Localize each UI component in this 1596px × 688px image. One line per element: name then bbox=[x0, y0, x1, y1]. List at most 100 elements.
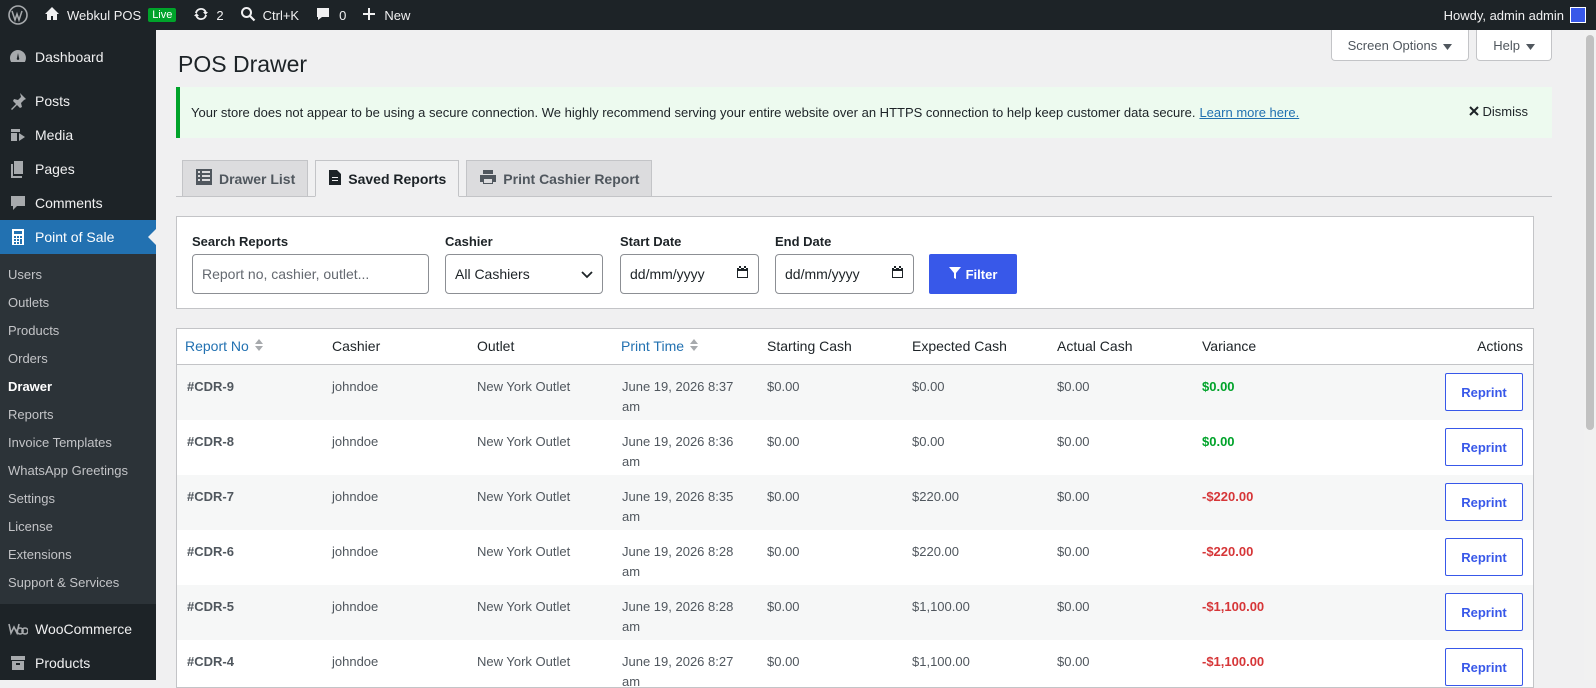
learn-more-link[interactable]: Learn more here. bbox=[1199, 105, 1299, 120]
admin-sidebar: Dashboard Posts Media Pages Comments Poi… bbox=[0, 30, 156, 680]
cell-outlet: New York Outlet bbox=[477, 434, 571, 449]
cell-print-time: June 19, 2026 8:35 am bbox=[622, 487, 733, 527]
help-button[interactable]: Help bbox=[1476, 30, 1552, 61]
avatar bbox=[1570, 7, 1586, 23]
reprint-button[interactable]: Reprint bbox=[1445, 373, 1523, 411]
menu-item-point-of-sale[interactable]: Point of Sale bbox=[0, 220, 156, 254]
column-header-outlet: Outlet bbox=[477, 338, 515, 354]
cell-starting: $0.00 bbox=[767, 544, 800, 559]
page-scrollbar[interactable] bbox=[1584, 30, 1596, 680]
dismiss-button[interactable]: Dismiss bbox=[1468, 104, 1528, 119]
submenu-item-settings[interactable]: Settings bbox=[0, 485, 156, 513]
submenu-item-products[interactable]: Products bbox=[0, 317, 156, 345]
updates-link[interactable]: 2 bbox=[184, 0, 231, 30]
cell-actual: $0.00 bbox=[1057, 489, 1090, 504]
cell-report-no: #CDR-8 bbox=[187, 434, 234, 449]
print-time-meridiem: am bbox=[622, 674, 641, 688]
column-header-expected-cash: Expected Cash bbox=[912, 338, 1007, 354]
print-time-meridiem: am bbox=[622, 509, 641, 524]
reprint-button[interactable]: Reprint bbox=[1445, 648, 1523, 686]
wordpress-logo-icon[interactable] bbox=[0, 0, 36, 30]
scrollbar-thumb[interactable] bbox=[1586, 35, 1594, 430]
search-reports-input[interactable]: Report no, cashier, outlet... bbox=[192, 254, 429, 294]
tab-saved-reports[interactable]: Saved Reports bbox=[315, 160, 460, 197]
document-icon bbox=[328, 169, 342, 189]
sort-icon bbox=[254, 338, 263, 354]
updates-icon bbox=[192, 5, 210, 26]
submenu-item-invoice-templates[interactable]: Invoice Templates bbox=[0, 429, 156, 457]
menu-item-media[interactable]: Media bbox=[0, 118, 156, 152]
filter-button[interactable]: Filter bbox=[929, 254, 1017, 294]
media-icon bbox=[8, 125, 28, 145]
cell-variance: -$220.00 bbox=[1202, 544, 1254, 559]
tab-label: Drawer List bbox=[219, 170, 296, 187]
cell-print-time: June 19, 2026 8:36 am bbox=[622, 432, 733, 472]
cell-print-time: June 19, 2026 8:27 am bbox=[622, 652, 734, 688]
menu-item-woocommerce[interactable]: WooCommerce bbox=[0, 612, 156, 646]
my-account-link[interactable]: Howdy, admin admin bbox=[1436, 0, 1596, 30]
submenu-item-whatsapp-greetings[interactable]: WhatsApp Greetings bbox=[0, 457, 156, 485]
menu-label: Point of Sale bbox=[35, 229, 115, 245]
table-row: #CDR-5 johndoe New York Outlet June 19, 202… bbox=[177, 585, 1533, 640]
submenu-item-license[interactable]: License bbox=[0, 513, 156, 541]
search-shortcut: Ctrl+K bbox=[262, 7, 300, 23]
end-date-input[interactable]: dd/mm/yyyy bbox=[775, 254, 914, 294]
screen-meta-links: Screen Options Help bbox=[1330, 30, 1552, 61]
search-link[interactable]: Ctrl+K bbox=[232, 0, 307, 30]
calendar-icon[interactable] bbox=[736, 266, 749, 282]
reprint-button[interactable]: Reprint bbox=[1445, 538, 1523, 576]
cell-expected: $220.00 bbox=[912, 544, 959, 559]
pos-submenu: Users Outlets Products Orders Drawer Rep… bbox=[0, 254, 156, 604]
secure-connection-notice: Your store does not appear to be using a… bbox=[176, 87, 1552, 138]
cashier-select[interactable]: All Cashiers bbox=[445, 254, 603, 294]
reprint-button[interactable]: Reprint bbox=[1445, 428, 1523, 466]
menu-item-posts[interactable]: Posts bbox=[0, 84, 156, 118]
cell-print-time: June 19, 2026 8:37 am bbox=[622, 377, 733, 417]
cell-starting: $0.00 bbox=[767, 599, 800, 614]
column-header-report-no[interactable]: Report No bbox=[185, 338, 263, 354]
cell-report-no: #CDR-6 bbox=[187, 544, 234, 559]
print-time-meridiem: am bbox=[622, 619, 641, 634]
column-header-actual-cash: Actual Cash bbox=[1057, 338, 1133, 354]
submenu-item-reports[interactable]: Reports bbox=[0, 401, 156, 429]
submenu-item-support[interactable]: Support & Services bbox=[0, 569, 156, 597]
print-time-date: June 19, 2026 8:27 bbox=[622, 654, 734, 669]
submenu-item-orders[interactable]: Orders bbox=[0, 345, 156, 373]
menu-item-comments[interactable]: Comments bbox=[0, 186, 156, 220]
site-name-link[interactable]: Webkul POS Live bbox=[36, 0, 184, 30]
cell-expected: $1,100.00 bbox=[912, 599, 970, 614]
comments-link[interactable]: 0 bbox=[307, 0, 354, 30]
column-header-starting-cash: Starting Cash bbox=[767, 338, 852, 354]
menu-item-pages[interactable]: Pages bbox=[0, 152, 156, 186]
help-label: Help bbox=[1493, 37, 1520, 53]
screen-options-button[interactable]: Screen Options bbox=[1330, 30, 1470, 61]
submenu-item-extensions[interactable]: Extensions bbox=[0, 541, 156, 569]
tab-print-cashier-report[interactable]: Print Cashier Report bbox=[466, 160, 653, 197]
menu-item-dashboard[interactable]: Dashboard bbox=[0, 40, 156, 74]
print-time-meridiem: am bbox=[622, 454, 641, 469]
menu-item-products[interactable]: Products bbox=[0, 646, 156, 680]
reprint-button[interactable]: Reprint bbox=[1445, 483, 1523, 521]
chevron-down-icon bbox=[581, 266, 593, 282]
list-icon bbox=[195, 168, 213, 189]
cell-cashier: johndoe bbox=[332, 489, 379, 504]
submenu-item-outlets[interactable]: Outlets bbox=[0, 289, 156, 317]
column-header-print-time[interactable]: Print Time bbox=[621, 338, 699, 354]
reports-table: Report No Cashier Outlet Print Time Star… bbox=[176, 328, 1534, 688]
screen-options-label: Screen Options bbox=[1347, 37, 1438, 53]
calendar-icon[interactable] bbox=[891, 266, 904, 282]
tab-drawer-list[interactable]: Drawer List bbox=[182, 160, 309, 197]
search-icon bbox=[240, 6, 256, 25]
submenu-item-users[interactable]: Users bbox=[0, 261, 156, 289]
new-content-link[interactable]: New bbox=[354, 0, 418, 30]
table-header: Report No Cashier Outlet Print Time Star… bbox=[177, 329, 1533, 365]
reprint-button[interactable]: Reprint bbox=[1445, 593, 1523, 631]
end-date-label: End Date bbox=[775, 234, 832, 249]
menu-label: Media bbox=[35, 127, 74, 143]
menu-label: Dashboard bbox=[35, 49, 104, 65]
cell-outlet: New York Outlet bbox=[477, 379, 571, 394]
submenu-item-drawer[interactable]: Drawer bbox=[0, 373, 156, 401]
page-title: POS Drawer bbox=[178, 51, 308, 77]
pin-icon bbox=[8, 91, 28, 111]
start-date-input[interactable]: dd/mm/yyyy bbox=[620, 254, 759, 294]
